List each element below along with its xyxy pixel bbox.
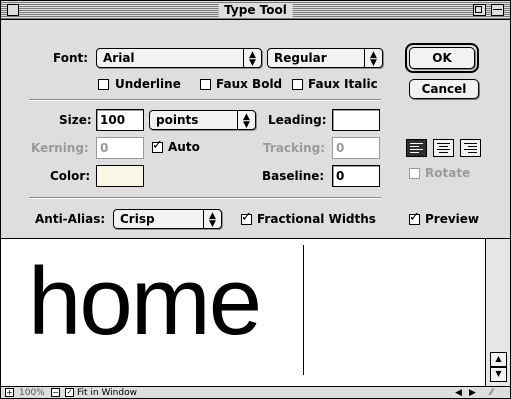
cancel-button[interactable]: Cancel bbox=[409, 79, 479, 99]
scroll-down-arrow-icon[interactable]: ▼ bbox=[490, 367, 507, 382]
fractional-widths-checkbox[interactable]: ✓ bbox=[241, 210, 252, 225]
zoom-in-icon[interactable]: + bbox=[5, 388, 14, 397]
checkmark-icon: ✓ bbox=[409, 210, 420, 225]
font-family-value: Arial bbox=[103, 51, 135, 65]
preview-text: home bbox=[28, 248, 262, 355]
align-left-button[interactable] bbox=[406, 139, 427, 157]
popup-arrows-icon: ▲ ▼ bbox=[243, 49, 261, 68]
vertical-scrollbar[interactable]: ▲ ▼ bbox=[486, 238, 510, 387]
kerning-label: Kerning: bbox=[31, 141, 89, 155]
font-style-popup[interactable]: Regular ▲ ▼ bbox=[267, 48, 383, 68]
anti-alias-label: Anti-Alias: bbox=[35, 212, 106, 226]
title-bar[interactable]: Type Tool bbox=[1, 1, 510, 20]
faux-italic-label: Faux Italic bbox=[308, 77, 378, 91]
auto-checkbox[interactable]: ✓ bbox=[152, 138, 163, 153]
underline-checkbox[interactable] bbox=[98, 79, 109, 90]
separator bbox=[29, 197, 381, 199]
close-box-icon[interactable] bbox=[7, 4, 19, 16]
checkmark-icon: ✓ bbox=[152, 138, 163, 153]
kerning-input[interactable]: 0 bbox=[96, 137, 144, 159]
text-preview-area[interactable]: home bbox=[1, 238, 486, 387]
anti-alias-popup[interactable]: Crisp ▲ ▼ bbox=[113, 209, 222, 229]
faux-italic-checkbox[interactable] bbox=[292, 79, 303, 90]
separator bbox=[29, 99, 381, 101]
rotate-label: Rotate bbox=[425, 166, 471, 180]
preview-label: Preview bbox=[425, 212, 480, 226]
fit-in-window-label: Fit in Window bbox=[77, 388, 137, 398]
align-right-button[interactable] bbox=[460, 139, 481, 157]
align-center-button[interactable] bbox=[433, 139, 454, 157]
font-family-popup[interactable]: Arial ▲ ▼ bbox=[96, 48, 262, 68]
popup-arrows-icon: ▲ ▼ bbox=[237, 111, 255, 130]
popup-arrows-icon: ▲ ▼ bbox=[203, 210, 221, 229]
color-swatch[interactable] bbox=[96, 165, 144, 187]
ok-button[interactable]: OK bbox=[409, 47, 475, 69]
zoom-out-icon[interactable]: − bbox=[51, 388, 60, 397]
fit-in-window-checkbox[interactable]: ✓ bbox=[65, 388, 74, 397]
collapse-box-icon[interactable] bbox=[491, 4, 504, 16]
zoom-level: 100% bbox=[19, 388, 45, 398]
scroll-left-arrow-icon[interactable]: ◀ bbox=[455, 387, 462, 398]
font-style-value: Regular bbox=[274, 51, 327, 65]
tracking-input[interactable]: 0 bbox=[332, 137, 380, 159]
preview-checkbox[interactable]: ✓ bbox=[409, 210, 420, 225]
auto-label: Auto bbox=[168, 140, 200, 154]
resize-grip-icon[interactable]: ⁄⁄ bbox=[490, 387, 493, 398]
scroll-right-arrow-icon[interactable]: ▶ bbox=[469, 387, 476, 398]
size-input[interactable]: 100 bbox=[96, 109, 144, 131]
window-title: Type Tool bbox=[218, 3, 293, 17]
size-unit-popup[interactable]: points ▲ ▼ bbox=[149, 110, 256, 130]
popup-arrows-icon: ▲ ▼ bbox=[364, 49, 382, 68]
anti-alias-value: Crisp bbox=[120, 212, 155, 226]
rotate-checkbox[interactable] bbox=[409, 168, 420, 179]
tracking-label: Tracking: bbox=[263, 141, 326, 155]
baseline-input[interactable]: 0 bbox=[332, 165, 380, 187]
faux-bold-label: Faux Bold bbox=[216, 77, 283, 91]
zoom-box-icon[interactable] bbox=[473, 4, 486, 16]
size-unit-value: points bbox=[156, 113, 199, 127]
size-label: Size: bbox=[59, 113, 92, 127]
color-label: Color: bbox=[50, 169, 91, 183]
leading-label: Leading: bbox=[268, 113, 327, 127]
underline-label: Underline bbox=[115, 77, 181, 91]
type-tool-dialog: Type Tool Font: Arial ▲ ▼ Regular ▲ ▼ OK C… bbox=[0, 0, 511, 399]
checkmark-icon: ✓ bbox=[241, 210, 252, 225]
fractional-widths-label: Fractional Widths bbox=[257, 212, 376, 226]
bottom-status-bar: + 100% − ✓ Fit in Window ◀ ▶ ⁄⁄ bbox=[1, 386, 510, 398]
faux-bold-checkbox[interactable] bbox=[200, 79, 211, 90]
baseline-label: Baseline: bbox=[262, 169, 325, 183]
scroll-up-arrow-icon[interactable]: ▲ bbox=[490, 352, 507, 367]
font-label: Font: bbox=[53, 51, 89, 65]
text-caret bbox=[303, 245, 304, 375]
leading-input[interactable] bbox=[332, 109, 380, 131]
